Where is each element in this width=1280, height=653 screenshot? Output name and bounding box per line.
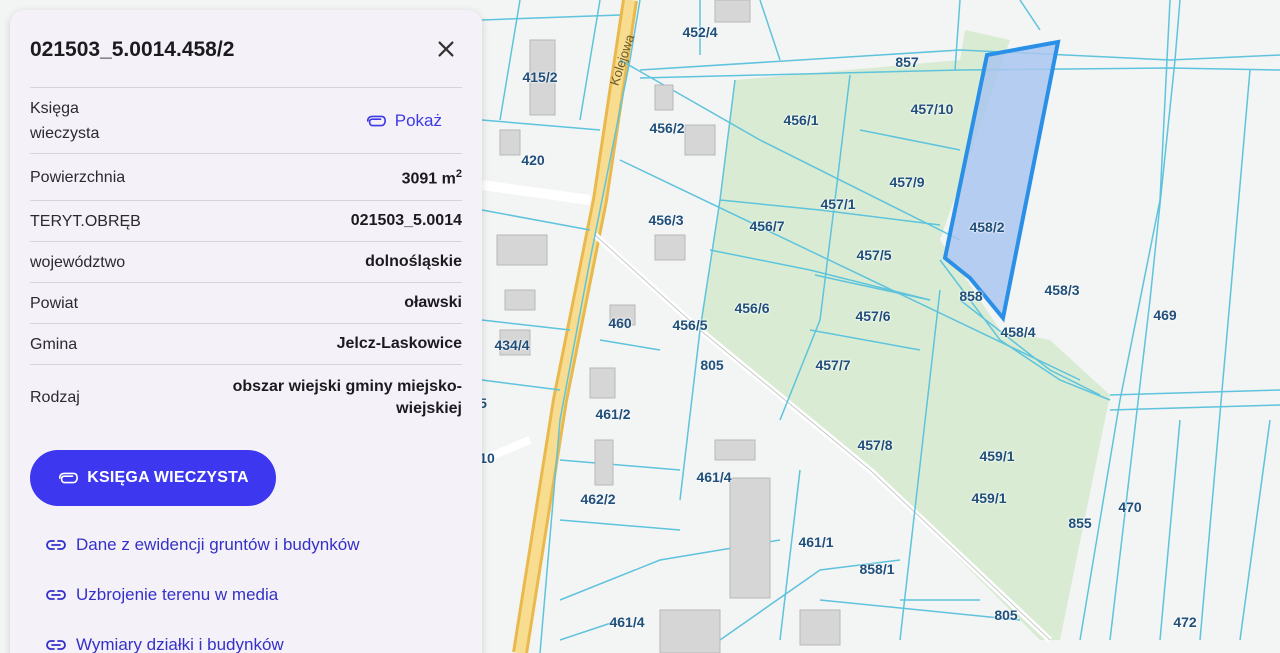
parcel-label[interactable]: 456/5 — [672, 317, 707, 333]
row-area: Powierzchnia 3091 m2 — [30, 153, 462, 200]
link-utilities[interactable]: Uzbrojenie terenu w media — [46, 582, 360, 607]
parcel-label[interactable]: 458/3 — [1044, 282, 1079, 298]
row-kw: Księga wieczysta Pokaż — [30, 87, 462, 153]
parcel-label[interactable]: 461/1 — [798, 534, 833, 550]
external-links: Dane z ewidencji gruntów i budynków Uzbr… — [46, 532, 360, 653]
parcel-label[interactable]: 457/1 — [820, 196, 855, 212]
parcel-label[interactable]: 855 — [1068, 515, 1091, 531]
parcel-label[interactable]: 457/7 — [815, 357, 850, 373]
parcel-label[interactable]: 472 — [1173, 614, 1196, 630]
parcel-label[interactable]: 462/2 — [580, 491, 615, 507]
voivodeship-label: województwo — [30, 253, 126, 271]
area-number: 3091 m — [401, 170, 456, 188]
commune-label: Gmina — [30, 335, 78, 353]
area-value: 3091 m2 — [402, 163, 462, 190]
county-label: Powiat — [30, 294, 79, 312]
parcel-label[interactable]: 858/1 — [859, 561, 894, 577]
row-type: Rodzaj obszar wiejski gminy miejsko-wiej… — [30, 364, 462, 430]
parcel-label[interactable]: 805 — [700, 357, 723, 373]
parcel-label[interactable]: 461/4 — [696, 469, 731, 485]
link-land-records[interactable]: Dane z ewidencji gruntów i budynków — [46, 532, 360, 557]
type-label: Rodzaj — [30, 389, 80, 406]
teryt-value: 021503_5.0014 — [350, 212, 462, 229]
link-dimensions-label: Wymiary działki i budynków — [76, 634, 284, 653]
parcel-label[interactable]: 459/1 — [971, 490, 1006, 506]
link-icon — [46, 539, 66, 550]
parcel-label[interactable]: 469 — [1153, 307, 1176, 323]
parcel-label[interactable]: 420 — [521, 152, 544, 168]
parcel-label[interactable]: 456/3 — [648, 212, 683, 228]
area-unit-sup: 2 — [455, 168, 462, 181]
parcel-label[interactable]: 415/2 — [522, 69, 557, 85]
commune-value: Jelcz-Laskowice — [336, 335, 462, 352]
parcel-label[interactable]: 805 — [994, 607, 1017, 623]
parcel-info-panel: 021503_5.0014.458/2 Księga wieczysta Pok… — [10, 10, 482, 653]
kw-show-label: Pokaż — [394, 110, 442, 130]
link-icon — [46, 639, 66, 650]
parcel-label[interactable]: 434/4 — [494, 337, 529, 353]
parcel-label[interactable]: 456/7 — [749, 218, 784, 234]
parcel-label[interactable]: 858 — [959, 288, 982, 304]
parcel-label[interactable]: 457/9 — [889, 174, 924, 190]
parcel-label[interactable]: 457/10 — [911, 101, 954, 117]
link-dimensions[interactable]: Wymiary działki i budynków — [46, 632, 360, 653]
parcel-label[interactable]: 452/4 — [682, 24, 717, 40]
parcel-label[interactable]: 456/6 — [734, 300, 769, 316]
parcel-label[interactable]: 456/1 — [783, 112, 818, 128]
land-register-button-label: KSIĘGA WIECZYSTA — [87, 469, 249, 486]
parcel-label[interactable]: 857 — [895, 54, 918, 70]
parcel-label[interactable]: 457/8 — [857, 437, 892, 453]
parcel-label[interactable]: 461/4 — [609, 614, 644, 630]
paperclip-icon — [366, 115, 386, 126]
area-label: Powierzchnia — [30, 168, 126, 186]
parcel-label[interactable]: 459/1 — [979, 448, 1014, 464]
parcel-label[interactable]: 457/6 — [855, 308, 890, 324]
kw-show-link[interactable]: Pokaż — [365, 111, 442, 131]
parcel-attributes: Księga wieczysta Pokaż Powierzchnia 3091… — [30, 87, 462, 430]
link-icon — [46, 589, 66, 600]
parcel-label[interactable]: 457/5 — [856, 247, 891, 263]
row-teryt: TERYT.OBRĘB 021503_5.0014 — [30, 200, 462, 241]
kw-label: Księga wieczysta — [30, 99, 100, 142]
paperclip-icon — [59, 472, 79, 484]
parcel-label[interactable]: 461/2 — [595, 406, 630, 422]
panel-header: 021503_5.0014.458/2 — [30, 34, 462, 66]
type-value: obszar wiejski gminy miejsko-wiejskiej — [232, 377, 462, 417]
land-register-button[interactable]: KSIĘGA WIECZYSTA — [30, 450, 276, 506]
teryt-label: TERYT.OBRĘB — [30, 212, 141, 230]
parcel-label[interactable]: 458/2 — [969, 219, 1004, 235]
parcel-label[interactable]: 460 — [608, 315, 631, 331]
close-button[interactable] — [432, 36, 460, 64]
link-utilities-label: Uzbrojenie terenu w media — [76, 584, 279, 604]
row-county: Powiat oławski — [30, 282, 462, 323]
county-value: oławski — [404, 294, 462, 311]
row-commune: Gmina Jelcz-Laskowice — [30, 323, 462, 364]
parcel-title: 021503_5.0014.458/2 — [30, 38, 235, 61]
voivodeship-value: dolnośląskie — [365, 253, 462, 270]
parcel-label[interactable]: 470 — [1118, 499, 1141, 515]
close-icon — [438, 40, 454, 57]
row-voivodeship: województwo dolnośląskie — [30, 241, 462, 282]
link-land-records-label: Dane z ewidencji gruntów i budynków — [76, 534, 360, 554]
parcel-label[interactable]: 456/2 — [649, 120, 684, 136]
parcel-label[interactable]: 458/4 — [1000, 324, 1035, 340]
